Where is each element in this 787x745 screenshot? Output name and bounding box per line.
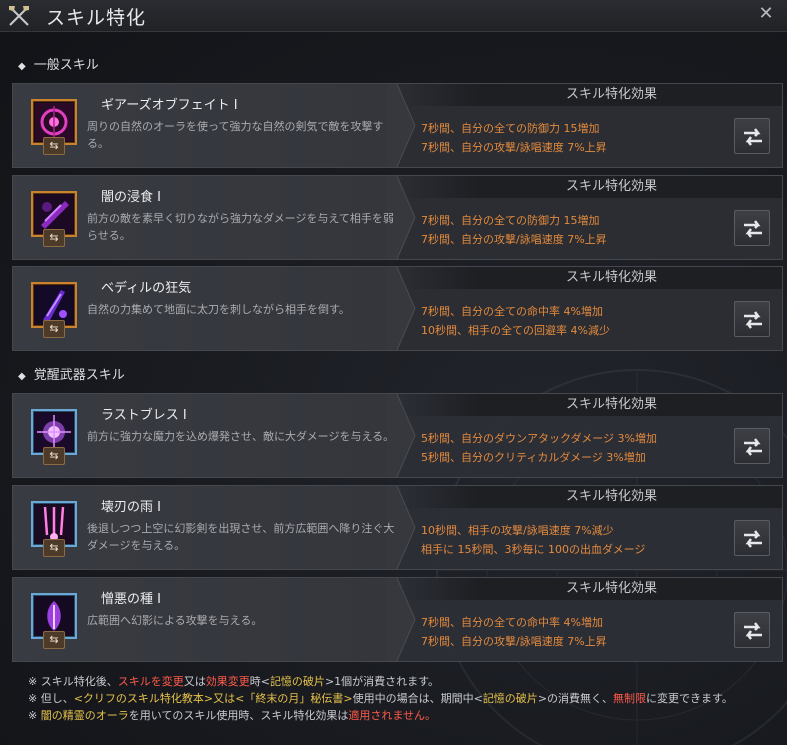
swap-arrows-icon [744, 220, 762, 238]
note-line: ※ 但し、<クリフのスキル特化教本>又は<「終末の月」秘伝書>使用中の場合は、期… [28, 690, 733, 707]
section-title: 覚醒武器スキル [33, 368, 125, 383]
effect-header: スキル特化効果 [401, 267, 782, 289]
swap-badge-icon: ⇆ [43, 539, 65, 557]
skill-description: 自然の力集めて地面に太刀を刺しながら相手を倒す。 [87, 303, 350, 316]
note-text: ※ スキル特化後、 [28, 675, 118, 688]
note-highlight: 適用されません。 [348, 709, 437, 722]
note-text: ※ [28, 709, 41, 722]
swap-badge-icon: ⇆ [43, 320, 65, 338]
change-effect-button[interactable] [734, 118, 770, 154]
swap-arrows-icon [744, 530, 762, 548]
change-effect-button[interactable] [734, 210, 770, 246]
dark-erosion-icon: ⇆ [31, 191, 77, 247]
effect-line: 7秒間、自分の全ての命中率 4%増加 [421, 305, 603, 318]
section-general-skills: ◆ 一般スキル [18, 54, 99, 73]
crossed-axes-icon [9, 6, 29, 26]
section-title: 一般スキル [33, 58, 99, 73]
title-bar: スキル特化 ✕ [0, 0, 787, 32]
effect-header: スキル特化効果 [401, 486, 782, 508]
note-line: ※ スキル特化後、スキルを変更又は効果変更時<記憶の破片>1個が消費されます。 [28, 673, 733, 690]
section-awakening-skills: ◆ 覚醒武器スキル [18, 364, 125, 383]
effect-header: スキル特化効果 [401, 84, 782, 106]
footer-notes: ※ スキル特化後、スキルを変更又は効果変更時<記憶の破片>1個が消費されます。 … [28, 673, 733, 724]
effect-line: 10秒間、相手の全ての回避率 4%減少 [421, 324, 610, 337]
effect-line: 7秒間、自分の攻撃/詠唱速度 7%上昇 [421, 141, 607, 154]
swap-arrows-icon [744, 128, 762, 146]
broken-blade-rain-icon: ⇆ [31, 501, 77, 557]
note-text: 使用中の場合は、期間中< [352, 692, 483, 705]
effect-header: スキル特化効果 [401, 176, 782, 198]
change-effect-button[interactable] [734, 428, 770, 464]
swap-badge-icon: ⇆ [43, 447, 65, 465]
note-text: に変更できます。 [646, 692, 733, 705]
skill-description: 前方に強力な魔力を込め爆発させ、敵に大ダメージを与える。 [87, 430, 395, 443]
effect-line: 5秒間、自分のクリティカルダメージ 3%増加 [421, 451, 646, 464]
skill-name: 憎悪の種 I [101, 592, 161, 607]
skill-name: ベディルの狂気 [101, 281, 192, 296]
gears-of-fate-icon: ⇆ [31, 99, 77, 155]
seed-of-hatred-icon: ⇆ [31, 593, 77, 649]
effect-line: 7秒間、自分の全ての防御力 15増加 [421, 122, 600, 135]
swap-arrows-icon [744, 311, 762, 329]
skill-card: スキル特化効果 ⇆ ギアーズオブフェイト I 周りの自然のオーラを使って強力な自… [12, 83, 783, 168]
note-text: を用いてのスキル使用時、スキル特化効果は [128, 709, 349, 722]
effect-line: 7秒間、自分の攻撃/詠唱速度 7%上昇 [421, 635, 607, 648]
bedir-madness-icon: ⇆ [31, 282, 77, 338]
note-text: 又は [183, 675, 206, 688]
diamond-bullet-icon: ◆ [18, 61, 26, 72]
note-highlight: スキルを変更 [117, 675, 184, 688]
note-line: ※ 闇の精霊のオーラを用いてのスキル使用時、スキル特化効果は適用されません。 [28, 707, 733, 724]
note-text: >の消費無く、 [537, 692, 614, 705]
skill-name: ラストブレス I [101, 408, 187, 423]
effect-line: 10秒間、相手の攻撃/詠唱速度 7%減少 [421, 524, 614, 537]
swap-arrows-icon [744, 622, 762, 640]
skill-description: 広範囲へ幻影による攻撃を与える。 [87, 614, 263, 627]
skill-card: スキル特化効果 ⇆ 闇の浸食 I 前方の敵を素早く切りながら強力なダメージを与え… [12, 175, 783, 260]
effect-header: スキル特化効果 [401, 394, 782, 416]
swap-badge-icon: ⇆ [43, 229, 65, 247]
skill-card: スキル特化効果 ⇆ 憎悪の種 I 広範囲へ幻影による攻撃を与える。 7秒間、自分… [12, 577, 783, 662]
change-effect-button[interactable] [734, 301, 770, 337]
note-text: 時< [249, 675, 270, 688]
change-effect-button[interactable] [734, 520, 770, 556]
skill-description: 前方の敵を素早く切りながら強力なダメージを与えて相手を弱らせる。 [87, 212, 394, 242]
note-text: >1個が消費されます。 [324, 675, 440, 688]
effect-line: 5秒間、自分のダウンアタックダメージ 3%増加 [421, 432, 657, 445]
skill-card: スキル特化効果 ⇆ 壊刃の雨 I 後退しつつ上空に幻影剣を出現させ、前方広範囲へ… [12, 485, 783, 570]
swap-badge-icon: ⇆ [43, 137, 65, 155]
note-text: ※ 但し、 [28, 692, 74, 705]
window-title: スキル特化 [46, 7, 147, 29]
note-highlight: <クリフのスキル特化教本>又は<「終末の月」秘伝書> [73, 692, 353, 705]
note-highlight: 闇の精霊のオーラ [40, 709, 129, 722]
skill-description: 周りの自然のオーラを使って強力な自然の剣気で敵を攻撃する。 [87, 120, 384, 150]
diamond-bullet-icon: ◆ [18, 371, 26, 382]
last-breath-icon: ⇆ [31, 409, 77, 465]
skill-card: スキル特化効果 ⇆ ベディルの狂気 自然の力集めて地面に太刀を刺しながら相手を倒… [12, 266, 783, 351]
effect-line: 相手に 15秒間、3秒毎に 100の出血ダメージ [421, 543, 646, 556]
change-effect-button[interactable] [734, 612, 770, 648]
note-highlight: 無制限 [613, 692, 647, 705]
skill-name: ギアーズオブフェイト I [101, 98, 238, 113]
close-button[interactable]: ✕ [757, 5, 775, 23]
swap-badge-icon: ⇆ [43, 631, 65, 649]
note-highlight: 効果変更 [205, 675, 250, 688]
skill-description: 後退しつつ上空に幻影剣を出現させ、前方広範囲へ降り注ぐ大ダメージを与える。 [87, 522, 395, 552]
effect-line: 7秒間、自分の攻撃/詠唱速度 7%上昇 [421, 233, 607, 246]
effect-line: 7秒間、自分の全ての命中率 4%増加 [421, 616, 603, 629]
skill-name: 壊刃の雨 I [101, 500, 161, 515]
skill-name: 闇の浸食 I [101, 190, 161, 205]
note-highlight: 記憶の破片 [482, 692, 538, 705]
note-highlight: 記憶の破片 [269, 675, 325, 688]
skill-card: スキル特化効果 ⇆ ラストブレス I 前方に強力な魔力を込め爆発させ、敵に大ダメ… [12, 393, 783, 478]
effect-header: スキル特化効果 [401, 578, 782, 600]
effect-line: 7秒間、自分の全ての防御力 15増加 [421, 214, 600, 227]
skill-specialization-window: スキル特化 ✕ ◆ 一般スキル スキル特化効果 ⇆ ギアーズオブフェイト I 周り… [0, 0, 787, 745]
swap-arrows-icon [744, 438, 762, 456]
